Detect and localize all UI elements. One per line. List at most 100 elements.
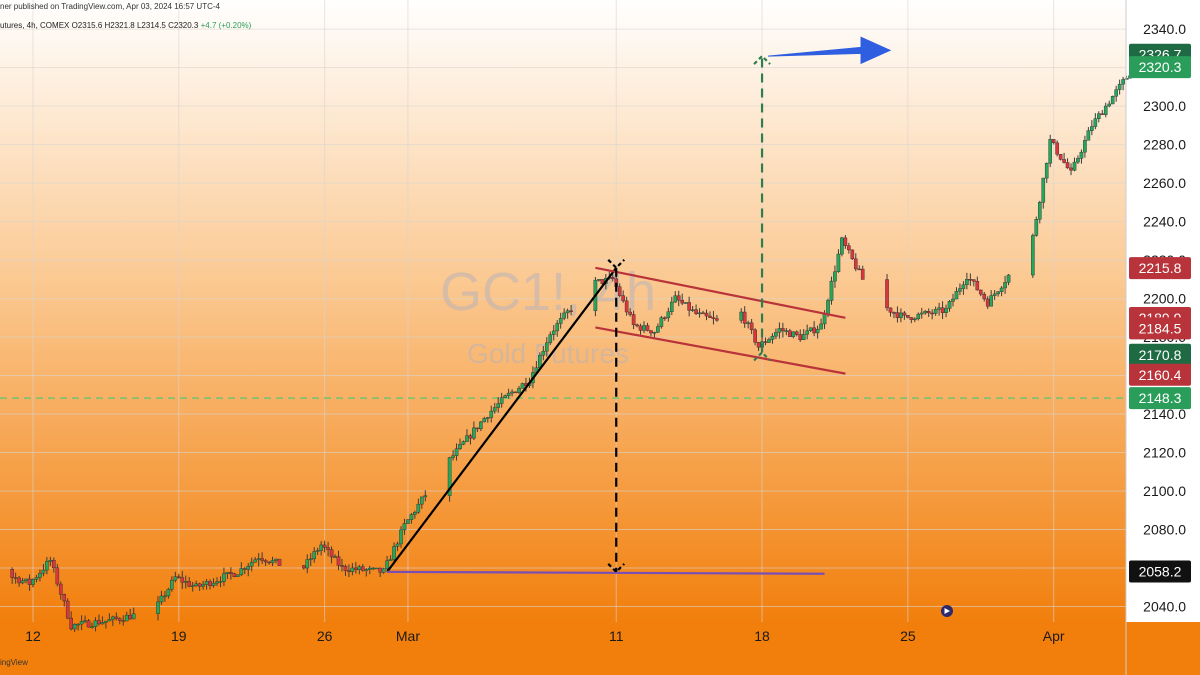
candle-body [708,315,712,318]
candle-body [496,403,501,408]
candle-body [409,514,414,520]
price-chart[interactable]: GC1!, 4h Gold Futures 2040.02060.02080.0… [0,0,1200,675]
candle-body [791,331,796,337]
candle-body [423,495,428,498]
candle-body [628,311,632,315]
candle-body [944,308,948,313]
candle-body [374,567,379,570]
candle-body [173,576,178,581]
candle-body [822,314,827,325]
candle-body [301,565,306,569]
candle-body [163,595,167,598]
candle-body [916,313,921,320]
candle-body [788,330,792,337]
candle-body [985,298,990,307]
candle-body [371,567,376,570]
candle-body [798,334,803,341]
candle-body [663,317,667,319]
candle-body [1041,177,1046,203]
candle-body [1079,151,1084,159]
candle-body [749,322,754,331]
candle-body [170,579,174,590]
candle-body [1034,219,1039,236]
candle-body [107,619,112,622]
candle-body [333,556,337,558]
candle-body [117,618,122,621]
candle-body [961,284,966,289]
candle-body [548,334,553,344]
candle-body [10,569,14,578]
candle-body [652,332,657,334]
candle-body [31,579,35,585]
chart-stage: GC1!, 4h Gold Futures 2040.02060.02080.0… [0,0,1200,675]
candle-body [510,391,514,394]
price-tick-label: 2240.0 [1143,214,1186,230]
candle-body [34,577,39,580]
candle-body [624,300,629,313]
candle-body [458,444,462,449]
candle-body [895,312,900,318]
time-tick-label: 18 [754,628,770,644]
candle-body [541,350,546,356]
candle-body [315,550,320,552]
candle-body [253,559,257,563]
candle-body [277,558,282,566]
candle-body [1121,79,1125,85]
candle-body [940,307,945,313]
candle-body [558,318,563,324]
candle-body [194,583,198,586]
candle-body [62,594,67,602]
candle-body [739,311,744,321]
candle-body [850,249,855,260]
candle-body [555,323,560,332]
candle-body [489,410,494,418]
candle-body [933,309,938,314]
candle-body [694,309,698,314]
candle-body [256,558,261,561]
candle-body [808,327,813,331]
price-label-text: 2148.3 [1139,390,1182,406]
candle-body [454,448,459,456]
candle-body [229,571,233,574]
candle-body [794,331,799,335]
candle-body [777,328,782,333]
price-tick-label: 2280.0 [1143,137,1186,153]
price-tick-label: 2080.0 [1143,522,1186,538]
candle-body [104,620,108,623]
candle-body [267,561,271,564]
candle-body [1086,130,1091,141]
candle-body [499,397,504,404]
candle-body [926,310,931,314]
watermark-name: Gold Futures [467,338,629,369]
candle-body [1048,139,1052,164]
candle-body [343,565,348,571]
candle-body [72,624,77,630]
candle-body [649,330,653,334]
candle-body [569,310,573,312]
candle-body [197,583,202,587]
candle-body [972,279,976,282]
candle-body [41,569,46,574]
candle-body [892,312,896,314]
time-tick-label: 26 [317,628,333,644]
candle-body [461,441,466,445]
price-label-text: 2058.2 [1139,563,1182,579]
candle-body [659,317,664,327]
candle-body [1114,89,1118,97]
candle-body [180,577,185,583]
candle-body [506,392,511,396]
candle-body [1062,159,1066,163]
candle-body [308,558,313,561]
candle-body [131,613,136,620]
candle-body [805,330,809,335]
candle-body [218,581,223,583]
candle-body [669,301,674,312]
candle-body [763,341,768,343]
candle-body [1055,142,1059,155]
candle-body [621,295,625,302]
replay-icon[interactable] [941,605,953,617]
candle-body [784,330,789,332]
candle-body [1107,103,1112,107]
time-tick-label: Mar [396,628,420,644]
candle-body [156,601,160,614]
